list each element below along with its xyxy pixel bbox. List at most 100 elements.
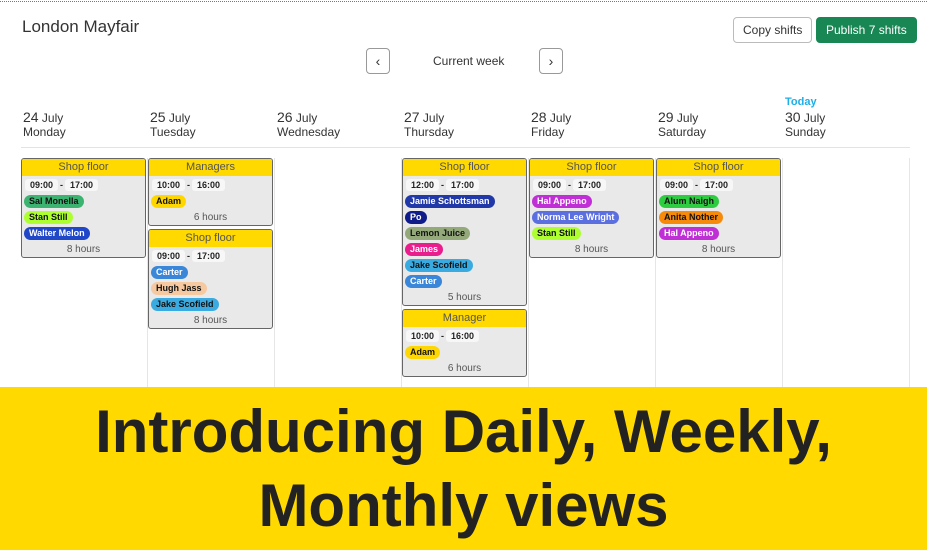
month: July: [803, 111, 826, 125]
end-time: 17:00: [573, 179, 607, 191]
staff-pill[interactable]: Carter: [405, 275, 442, 288]
week-label: Current week: [433, 54, 505, 68]
today-label: [150, 96, 277, 109]
staff-pill[interactable]: Hal Appeno: [532, 195, 592, 208]
staff-pill[interactable]: Walter Melon: [24, 227, 90, 240]
shift-card[interactable]: Managers 10:00-16:00 Adam 6 hours: [148, 158, 273, 226]
day-header: 29 July Saturday: [658, 96, 785, 139]
shift-title: Managers: [149, 159, 272, 176]
weekday: Monday: [23, 125, 66, 139]
start-time: 09:00: [533, 179, 567, 191]
end-time: 16:00: [192, 179, 226, 191]
month: July: [549, 111, 572, 125]
month: July: [295, 111, 318, 125]
shift-hours: 6 hours: [447, 363, 482, 374]
day-header: 24 July Monday: [23, 96, 150, 139]
day-number: 25: [150, 109, 166, 125]
today-label: [531, 96, 658, 109]
shift-times: 09:00-17:00: [530, 176, 653, 193]
day-header: 27 July Thursday: [404, 96, 531, 139]
end-time: 16:00: [446, 330, 480, 342]
top-divider: [0, 1, 927, 2]
shift-title: Shop floor: [403, 159, 526, 176]
shift-hours: 5 hours: [447, 292, 482, 303]
month: July: [676, 111, 699, 125]
month: July: [422, 111, 445, 125]
start-time: 10:00: [406, 330, 440, 342]
shift-title: Shop floor: [530, 159, 653, 176]
shift-times: 10:00-16:00: [403, 327, 526, 344]
start-time: 09:00: [660, 179, 694, 191]
shift-card[interactable]: Manager 10:00-16:00 Adam 6 hours: [402, 309, 527, 377]
staff-pill[interactable]: Alum Naigh: [659, 195, 720, 208]
weekday: Tuesday: [150, 125, 196, 139]
today-label: [658, 96, 785, 109]
staff-pill[interactable]: Lemon Juice: [405, 227, 471, 240]
staff-pill[interactable]: Stan Still: [532, 227, 581, 240]
chevron-left-icon: ‹: [375, 53, 381, 69]
today-label: [277, 96, 404, 109]
end-time: 17:00: [446, 179, 480, 191]
shift-card[interactable]: Shop floor 09:00-17:00 Carter Hugh Jass Jake…: [148, 229, 273, 329]
day-header: Today 30 July Sunday: [785, 96, 912, 139]
next-week-button[interactable]: ›: [539, 48, 563, 74]
day-number: 30: [785, 109, 801, 125]
shift-card[interactable]: Shop floor 09:00-17:00 Hal Appeno Norma Lee…: [529, 158, 654, 258]
shift-hours: 8 hours: [66, 244, 101, 255]
day-number: 24: [23, 109, 39, 125]
staff-pill[interactable]: James: [405, 243, 444, 256]
staff-pill[interactable]: Adam: [405, 346, 441, 359]
copy-shifts-button[interactable]: Copy shifts: [733, 17, 813, 43]
day-header: 25 July Tuesday: [150, 96, 277, 139]
shift-title: Shop floor: [149, 230, 272, 247]
staff-pill[interactable]: Adam: [151, 195, 187, 208]
shift-title: Shop floor: [22, 159, 145, 176]
end-time: 17:00: [700, 179, 734, 191]
staff-pill[interactable]: Carter: [151, 266, 188, 279]
month: July: [41, 111, 64, 125]
shift-hours: 8 hours: [574, 244, 609, 255]
day-header: 26 July Wednesday: [277, 96, 404, 139]
shift-times: 09:00-17:00: [22, 176, 145, 193]
prev-week-button[interactable]: ‹: [366, 48, 390, 74]
shift-card[interactable]: Shop floor 12:00-17:00 Jamie Schottsman Po L…: [402, 158, 527, 306]
shift-times: 10:00-16:00: [149, 176, 272, 193]
today-label: [23, 96, 150, 109]
publish-shifts-button[interactable]: Publish 7 shifts: [816, 17, 917, 43]
staff-pill[interactable]: Hugh Jass: [151, 282, 207, 295]
staff-pill[interactable]: Sal Monella: [24, 195, 84, 208]
staff-pill[interactable]: Stan Still: [24, 211, 73, 224]
end-time: 17:00: [65, 179, 99, 191]
day-header: 28 July Friday: [531, 96, 658, 139]
banner-line-2: Monthly views: [258, 472, 669, 539]
shift-title: Shop floor: [657, 159, 780, 176]
staff-pill[interactable]: Hal Appeno: [659, 227, 719, 240]
page-title: London Mayfair: [22, 17, 140, 36]
start-time: 12:00: [406, 179, 440, 191]
month: July: [168, 111, 191, 125]
header-divider: [21, 147, 910, 148]
shift-card[interactable]: Shop floor 09:00-17:00 Sal Monella Stan Sti…: [21, 158, 146, 258]
shift-title: Manager: [403, 310, 526, 327]
day-number: 27: [404, 109, 420, 125]
today-label: [404, 96, 531, 109]
start-time: 10:00: [152, 179, 186, 191]
shift-hours: 8 hours: [701, 244, 736, 255]
staff-pill[interactable]: Jamie Schottsman: [405, 195, 495, 208]
staff-pill[interactable]: Jake Scofield: [151, 298, 219, 311]
day-number: 26: [277, 109, 293, 125]
staff-pill[interactable]: Po: [405, 211, 427, 224]
start-time: 09:00: [152, 250, 186, 262]
shift-hours: 8 hours: [193, 315, 228, 326]
staff-pill[interactable]: Jake Scofield: [405, 259, 473, 272]
banner-line-1: Introducing Daily, Weekly,: [95, 398, 832, 465]
shift-times: 12:00-17:00: [403, 176, 526, 193]
weekday: Saturday: [658, 125, 707, 139]
end-time: 17:00: [192, 250, 226, 262]
staff-pill[interactable]: Norma Lee Wright: [532, 211, 620, 224]
shift-card[interactable]: Shop floor 09:00-17:00 Alum Naigh Anita Not…: [656, 158, 781, 258]
start-time: 09:00: [25, 179, 59, 191]
shift-times: 09:00-17:00: [657, 176, 780, 193]
shift-hours: 6 hours: [193, 212, 228, 223]
staff-pill[interactable]: Anita Nother: [659, 211, 723, 224]
